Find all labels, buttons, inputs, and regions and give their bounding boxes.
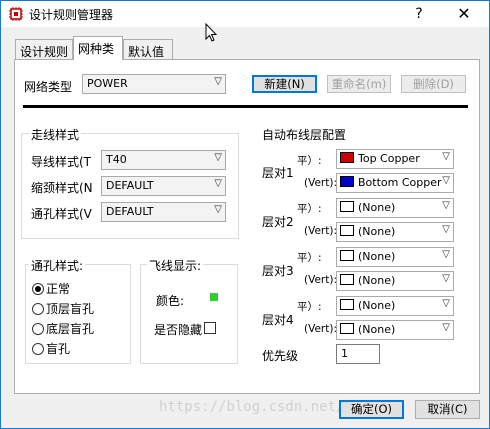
via-style-select[interactable]: DEFAULT ▽	[101, 202, 226, 222]
layer-color-swatch	[340, 152, 354, 163]
layer-color-swatch	[340, 323, 354, 334]
horizontal-label: 平）:	[297, 252, 322, 264]
delete-button[interactable]: 删除(D)	[401, 75, 466, 93]
divider	[23, 105, 468, 108]
priority-label: 优先级	[262, 349, 299, 363]
radio-bottom-blind-label: 底层盲孔	[46, 322, 95, 336]
radio-normal[interactable]: 正常	[32, 280, 70, 297]
routing-title: 自动布线层配置	[262, 128, 347, 142]
layer-pair-2-label: 层对2	[262, 215, 294, 229]
chevron-down-icon: ▽	[442, 249, 450, 260]
pair-1-horizontal-value: Top Copper	[358, 152, 420, 165]
pair-1-vertical-value: Bottom Copper	[358, 176, 442, 189]
radio-normal-label: 正常	[46, 282, 71, 296]
ratsnest-color-label: 颜色:	[156, 294, 185, 308]
wire-style-select[interactable]: T40 ▽	[101, 150, 226, 170]
pair-2-vertical-value: (None)	[358, 225, 396, 238]
chip-icon	[9, 7, 23, 21]
pair-4-vertical-value: (None)	[358, 323, 396, 336]
ratsnest-group	[140, 264, 238, 364]
layer-color-swatch	[340, 274, 354, 285]
horizontal-label: 平）:	[297, 155, 322, 167]
tab-net-class[interactable]: 网种类	[73, 36, 123, 60]
horizontal-label: 平）:	[297, 301, 322, 313]
layer-color-swatch	[340, 201, 354, 212]
window-title: 设计规则管理器	[29, 8, 114, 22]
ratsnest-title: 飞线显示:	[147, 257, 204, 274]
radio-dot-icon	[32, 303, 44, 315]
ok-button[interactable]: 确定(O)	[339, 400, 404, 419]
net-type-value: POWER	[87, 77, 128, 90]
pair-2-vertical-select[interactable]: (None) ▽	[336, 222, 454, 242]
new-button[interactable]: 新建(N)	[252, 75, 317, 93]
mouse-cursor-icon	[205, 23, 218, 42]
close-button[interactable]: ✕	[449, 4, 479, 24]
pair-4-vertical-select[interactable]: (None) ▽	[336, 320, 454, 340]
hide-ratsnest-checkbox[interactable]	[204, 322, 216, 334]
chevron-down-icon: ▽	[442, 273, 450, 284]
chevron-down-icon: ▽	[442, 151, 450, 162]
layer-pair-4-label: 层对4	[262, 313, 294, 327]
radio-top-blind-label: 顶层盲孔	[46, 302, 95, 316]
layer-color-swatch	[340, 176, 354, 187]
net-type-select[interactable]: POWER ▽	[82, 74, 226, 94]
vertical-label: (Vert):	[304, 323, 337, 335]
pair-3-horizontal-select[interactable]: (None) ▽	[336, 247, 454, 267]
hide-ratsnest-label: 是否隐藏	[154, 323, 203, 337]
pair-1-horizontal-select[interactable]: Top Copper ▽	[336, 149, 454, 169]
rename-button[interactable]: 重命名(m)	[327, 75, 391, 93]
help-button[interactable]: ?	[405, 4, 433, 24]
wire-style-value: T40	[106, 153, 127, 166]
trace-style-title: 走线样式	[29, 126, 82, 143]
chevron-down-icon: ▽	[442, 175, 450, 186]
chevron-down-icon: ▽	[442, 322, 450, 333]
dialog-window: 设计规则管理器 ? ✕ 设计规则 网种类 默认值 网络类型 POWER ▽ 新建…	[0, 0, 490, 429]
radio-dot-icon	[32, 283, 44, 295]
radio-blind-label: 盲孔	[46, 342, 71, 356]
layer-pair-3-label: 层对3	[262, 264, 294, 278]
layer-color-swatch	[340, 299, 354, 310]
priority-input[interactable]: 1	[336, 344, 380, 364]
vertical-label: (Vert):	[304, 225, 337, 237]
pair-4-horizontal-value: (None)	[358, 299, 396, 312]
cancel-button[interactable]: 取消(C)	[415, 400, 480, 419]
pair-3-vertical-select[interactable]: (None) ▽	[336, 271, 454, 291]
via-style-value: DEFAULT	[106, 205, 154, 218]
chevron-down-icon: ▽	[214, 178, 222, 189]
tab-defaults[interactable]: 默认值	[123, 39, 173, 60]
neck-style-value: DEFAULT	[106, 179, 154, 192]
radio-bottom-blind[interactable]: 底层盲孔	[32, 320, 94, 337]
chevron-down-icon: ▽	[442, 298, 450, 309]
pair-3-vertical-value: (None)	[358, 274, 396, 287]
radio-dot-icon	[32, 323, 44, 335]
vertical-label: (Vert):	[304, 274, 337, 286]
horizontal-label: 平）:	[297, 203, 322, 215]
pair-4-horizontal-select[interactable]: (None) ▽	[336, 296, 454, 316]
pair-2-horizontal-value: (None)	[358, 201, 396, 214]
via-style-row-label: 通孔样式(V	[31, 207, 92, 221]
chevron-down-icon: ▽	[442, 200, 450, 211]
chevron-down-icon: ▽	[214, 76, 222, 87]
via-type-title: 通孔样式:	[29, 257, 86, 274]
wire-style-label: 导线样式(T	[31, 155, 92, 169]
chevron-down-icon: ▽	[214, 204, 222, 215]
neck-style-select[interactable]: DEFAULT ▽	[101, 176, 226, 196]
radio-blind[interactable]: 盲孔	[32, 340, 70, 357]
radio-top-blind[interactable]: 顶层盲孔	[32, 300, 94, 317]
ratsnest-color-swatch[interactable]	[210, 293, 218, 301]
layer-color-swatch	[340, 225, 354, 236]
title-bar: 设计规则管理器 ? ✕	[1, 1, 489, 27]
chevron-down-icon: ▽	[442, 224, 450, 235]
radio-dot-icon	[32, 343, 44, 355]
pair-3-horizontal-value: (None)	[358, 250, 396, 263]
pair-2-horizontal-select[interactable]: (None) ▽	[336, 198, 454, 218]
layer-pair-1-label: 层对1	[262, 166, 294, 180]
net-type-label: 网络类型	[24, 80, 73, 94]
neck-style-label: 缩颈样式(N	[31, 181, 93, 195]
layer-color-swatch	[340, 250, 354, 261]
tab-design-rules[interactable]: 设计规则	[15, 39, 73, 60]
vertical-label: (Vert):	[304, 177, 337, 189]
pair-1-vertical-select[interactable]: Bottom Copper ▽	[336, 173, 454, 193]
chevron-down-icon: ▽	[214, 152, 222, 163]
